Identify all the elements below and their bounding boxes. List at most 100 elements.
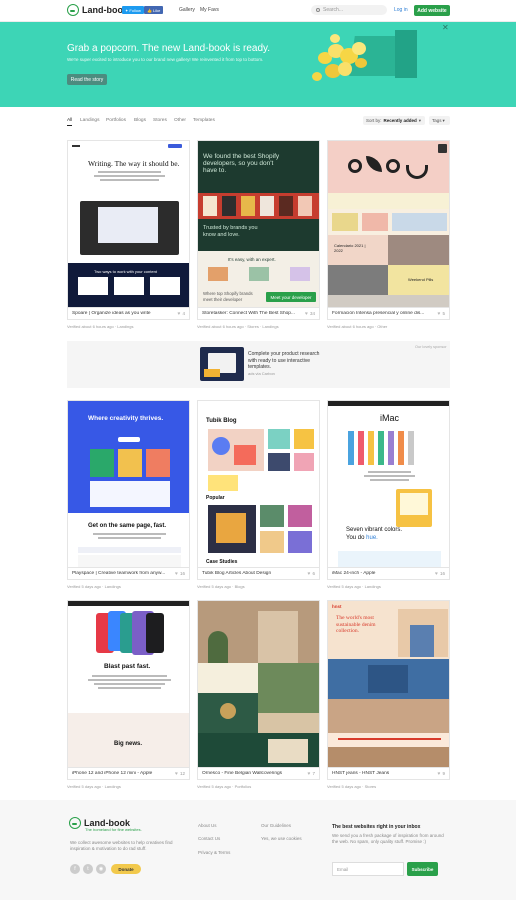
card-thumbnail[interactable]: We found the best Shopify developers, so… [197, 140, 320, 308]
heart-icon[interactable]: ♥ [175, 771, 178, 777]
card-thumbnail[interactable]: iMac Seven vibrant colors. You do hue. [327, 400, 450, 568]
card-title[interactable]: iPhone 12 and iPhone 12 mini - Apple [72, 771, 173, 776]
twitter-icon[interactable]: t [83, 864, 93, 874]
ad-image[interactable] [200, 347, 244, 381]
contact-link[interactable]: Contact Us [198, 836, 220, 841]
login-link[interactable]: Log in [394, 7, 408, 13]
filter-templates[interactable]: Templates [193, 118, 215, 123]
heart-icon[interactable]: ♥ [438, 771, 441, 777]
card-caption: iPhone 12 and iPhone 12 mini - Apple ♥ 1… [67, 768, 190, 780]
popcorn-piece [330, 34, 340, 43]
filter-portfolios[interactable]: Portfolios [106, 118, 126, 123]
newsletter-text: We send you a fresh package of inspirati… [332, 833, 444, 844]
donate-button[interactable]: Donate [111, 864, 141, 874]
mock-photo-strip [328, 747, 449, 767]
privacy-link[interactable]: Privacy & Terms [198, 850, 230, 855]
card-thumbnail[interactable]: Where creativity thrives. Get on the sam… [67, 400, 190, 568]
mock-person [118, 449, 142, 477]
heart-icon[interactable]: ♥ [175, 571, 178, 577]
card-thumbnail[interactable]: Calendario 2021 | 2022 Weekend Pills [327, 140, 450, 308]
mock-illustration [234, 445, 256, 465]
close-icon[interactable]: ✕ [442, 23, 449, 32]
sponsored-ad[interactable]: Complete your product research with read… [67, 341, 450, 388]
add-website-button[interactable]: Add website [414, 5, 450, 16]
card-title[interactable]: Formación Intensa presencial y online di… [332, 311, 436, 316]
card-title[interactable]: Storetasker: Connect With The Best Shop.… [202, 311, 303, 316]
filter-landings[interactable]: Landings [80, 118, 99, 123]
card-title[interactable]: Spoare | Organize ideas as you write [72, 311, 176, 316]
email-field[interactable]: Email [332, 862, 404, 876]
card-title[interactable]: Playspace | Creative teamwork from anyw.… [72, 571, 173, 576]
guidelines-link[interactable]: Our Guidelines [261, 823, 291, 828]
card-thumbnail[interactable]: Writing. The way it should be. Two ways … [67, 140, 190, 308]
heart-icon[interactable]: ♥ [308, 771, 311, 777]
filter-other[interactable]: Other [174, 118, 186, 123]
card-thumbnail[interactable]: Blast past fast. Big news. [67, 600, 190, 768]
nav-my-favs[interactable]: My Favs [200, 7, 219, 13]
logo-icon [69, 817, 81, 829]
heart-icon[interactable]: ♥ [308, 571, 311, 577]
mock-panel [114, 277, 144, 295]
mock-text-band [328, 733, 449, 747]
subscribe-button[interactable]: Subscribe [407, 862, 438, 876]
card-title[interactable]: Tubik Blog Articles About Design [202, 571, 306, 576]
mock-text-line [98, 171, 161, 173]
mock-preview [78, 555, 181, 567]
card-title[interactable]: HNST jeans - HNST Jeans [332, 771, 436, 776]
card-thumbnail[interactable]: hnst The world's most sustainable denim … [327, 600, 450, 768]
facebook-icon[interactable]: f [70, 864, 80, 874]
like-count: 5 [442, 311, 445, 316]
like-count: 6 [312, 571, 315, 576]
mock-board [90, 481, 170, 507]
mock-thumb [208, 475, 238, 491]
card-thumbnail[interactable] [197, 600, 320, 768]
ad-text[interactable]: Complete your product research with read… [248, 351, 324, 371]
card-thumbnail[interactable]: Tubik Blog Popular Case Studies [197, 400, 320, 568]
ad-via[interactable]: ads via Carbon [248, 371, 275, 376]
mock-body-photo [328, 699, 449, 733]
card-meta: Verified 5 days ago · Stores [327, 784, 377, 789]
card-title[interactable]: iMac 24-inch - Apple [332, 571, 433, 576]
card-title[interactable]: Ornesco - Fine Belgian Wallcoverings [202, 771, 306, 776]
rss-icon[interactable]: ◉ [96, 864, 106, 874]
filter-all[interactable]: All [67, 118, 73, 126]
newsletter-title: The best websites right in your inbox [332, 824, 421, 830]
read-story-button[interactable]: Read the story [67, 74, 107, 85]
filter-stores[interactable]: Stores [153, 118, 167, 123]
mock-text-line [98, 537, 161, 539]
about-link[interactable]: About Us [198, 823, 217, 828]
filter-blogs[interactable]: Blogs [134, 118, 146, 123]
mock-imac [368, 431, 374, 465]
ad-mock-shape [204, 369, 220, 377]
mock-imac [348, 431, 354, 465]
cookies-link[interactable]: Yes, we use cookies [261, 836, 302, 841]
card-caption: Ornesco - Fine Belgian Wallcoverings ♥ 7 [197, 768, 320, 780]
heart-icon[interactable]: ♥ [435, 571, 438, 577]
search-icon [316, 8, 320, 12]
twitter-icon: ✦ [125, 7, 129, 13]
mock-band-text: Two ways to work with your content [94, 269, 157, 274]
mock-text-line [338, 738, 441, 740]
footer-description: We collect awesome websites to help crea… [70, 840, 173, 851]
tags-label: Tags [432, 118, 442, 123]
tags-dropdown[interactable]: Tags ▾ [429, 116, 450, 125]
mock-text-line [94, 175, 165, 177]
sort-dropdown[interactable]: Sort by: Recently added ▾ [363, 116, 425, 125]
card-caption: Tubik Blog Articles About Design ♥ 6 [197, 568, 320, 580]
heart-icon[interactable]: ♥ [305, 311, 308, 317]
mock-text-line [88, 679, 171, 681]
logo[interactable]: Land-book [67, 4, 128, 16]
like-count: 16 [439, 571, 445, 576]
mock-step [249, 267, 269, 281]
heart-icon[interactable]: ♥ [438, 311, 441, 317]
mock-band-text: Big news. [114, 741, 143, 747]
mock-product [222, 196, 236, 216]
mock-jeans [410, 625, 434, 657]
facebook-like-button[interactable]: 👍 Like [144, 6, 164, 14]
mock-you-text: You do [346, 535, 365, 541]
card-meta: Verified 5 days ago · Landings [67, 784, 121, 789]
twitter-follow-button[interactable]: ✦ Follow [122, 6, 144, 14]
heart-icon[interactable]: ♥ [178, 311, 181, 317]
nav-gallery[interactable]: Gallery [179, 7, 195, 13]
search-input[interactable]: Search... [311, 5, 387, 15]
